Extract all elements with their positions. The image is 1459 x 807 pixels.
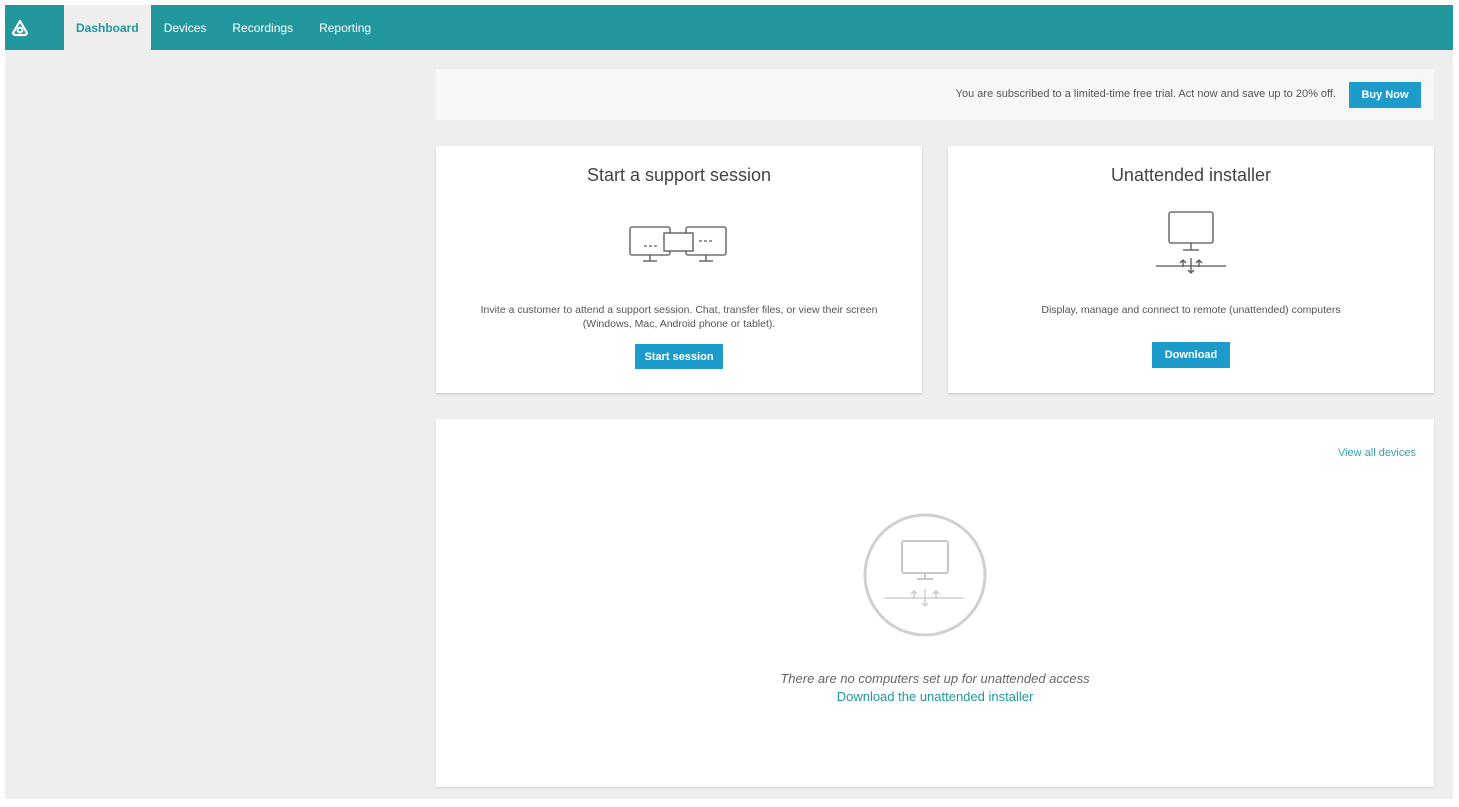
devices-panel: View all devices There are no computers … [436, 419, 1434, 787]
main-nav: Dashboard Devices Recordings Reporting [64, 5, 384, 50]
support-card-title: Start a support session [586, 165, 772, 185]
download-button[interactable]: Download [1152, 342, 1230, 368]
support-card-description: Invite a customer to attend a support se… [480, 304, 878, 330]
tab-recordings[interactable]: Recordings [219, 5, 306, 50]
top-navigation-bar: Dashboard Devices Recordings Reporting [5, 5, 1453, 50]
tab-devices[interactable]: Devices [151, 5, 220, 50]
trial-banner: You are subscribed to a limited-time fre… [436, 69, 1434, 120]
download-installer-link[interactable]: Download the unattended installer [436, 689, 1434, 704]
view-all-devices-link[interactable]: View all devices [1338, 447, 1416, 459]
installer-card-description: Display, manage and connect to remote (u… [1041, 304, 1341, 316]
unattended-installer-card: Unattended installer Display, manage and… [948, 146, 1434, 393]
brand-logo-icon[interactable] [5, 5, 35, 50]
connected-computers-icon [436, 224, 922, 268]
network-computer-icon [863, 513, 987, 637]
trial-message: You are subscribed to a limited-time fre… [955, 88, 1336, 100]
app-window: Dashboard Devices Recordings Reporting Y… [5, 5, 1453, 799]
tab-reporting[interactable]: Reporting [306, 5, 384, 50]
tab-dashboard[interactable]: Dashboard [64, 5, 151, 50]
installer-card-title: Unattended installer [1110, 165, 1272, 185]
buy-now-button[interactable]: Buy Now [1349, 82, 1421, 108]
network-computer-icon [948, 210, 1434, 276]
start-session-button[interactable]: Start session [635, 344, 723, 369]
empty-state-message: There are no computers set up for unatte… [780, 671, 1090, 686]
support-session-card: Start a support session Invite a custome… [436, 146, 922, 393]
